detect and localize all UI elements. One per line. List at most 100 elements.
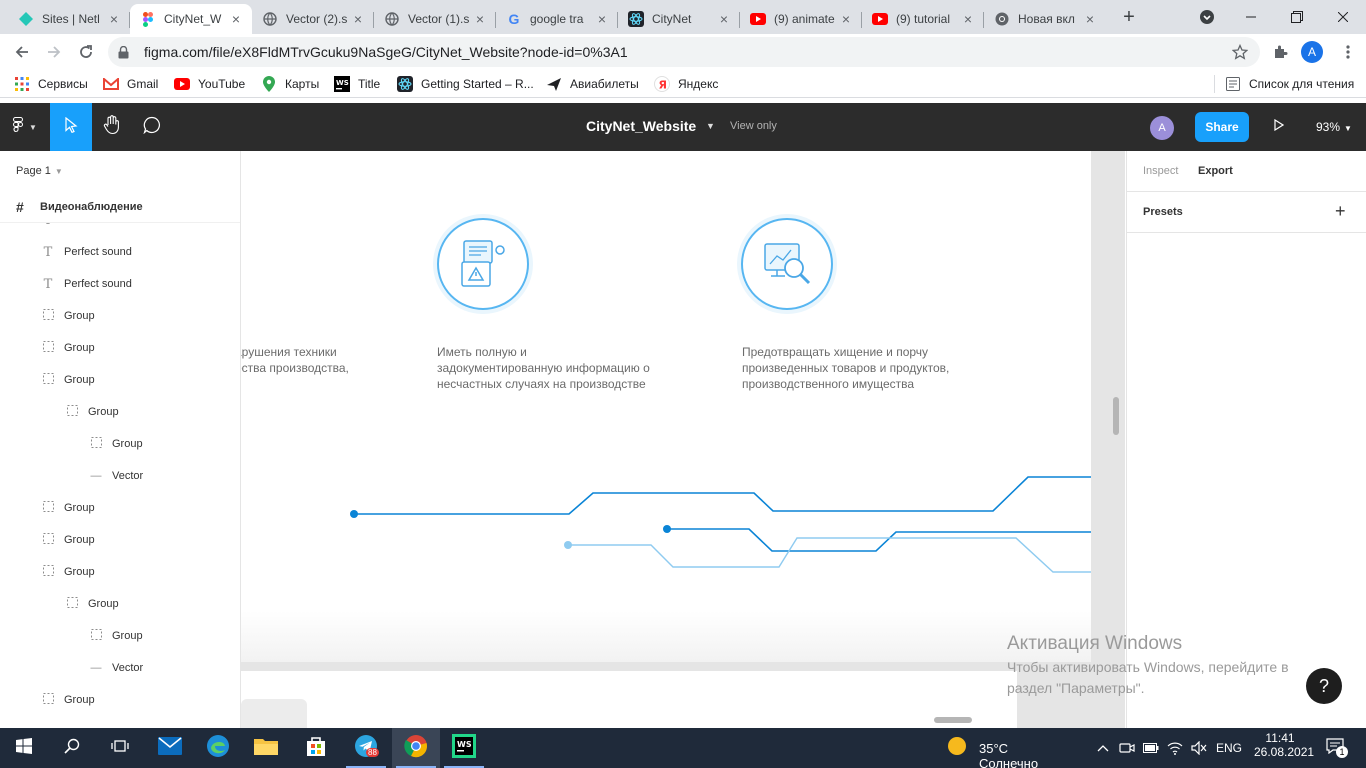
- hand-tool-button[interactable]: [92, 103, 132, 151]
- bookmark-services[interactable]: Сервисы: [14, 75, 88, 93]
- restore-button[interactable]: [1274, 4, 1320, 30]
- reading-list-button[interactable]: Список для чтения: [1214, 75, 1354, 93]
- tab-youtube-animate[interactable]: (9) animate ×: [740, 4, 862, 34]
- close-window-button[interactable]: [1320, 4, 1366, 30]
- bookmark-maps[interactable]: Карты: [261, 75, 319, 93]
- tab-youtube-tutorial[interactable]: (9) tutorial ×: [862, 4, 984, 34]
- meet-now-icon[interactable]: [1117, 728, 1137, 768]
- file-explorer-app[interactable]: [242, 728, 290, 768]
- comment-tool-button[interactable]: [132, 103, 172, 151]
- search-button[interactable]: [48, 728, 96, 768]
- chevron-down-icon[interactable]: ▼: [706, 121, 715, 131]
- layer-row-text[interactable]: T Perfect sound: [40, 236, 132, 268]
- layer-row-group[interactable]: Group: [40, 684, 95, 716]
- tab-search-button[interactable]: [1184, 4, 1230, 30]
- close-icon[interactable]: ×: [228, 11, 244, 27]
- frame-icon: #: [16, 198, 24, 215]
- telegram-app[interactable]: 88: [342, 728, 390, 768]
- reload-button[interactable]: [72, 38, 100, 66]
- forward-button[interactable]: [40, 38, 68, 66]
- layer-row-group[interactable]: Group: [40, 524, 95, 556]
- address-bar[interactable]: figma.com/file/eX8FldMTrvGcuku9NaSgeG/Ci…: [108, 37, 1260, 67]
- layer-row-vector[interactable]: — Vector: [88, 652, 144, 684]
- tab-citynet-react[interactable]: CityNet ×: [618, 4, 740, 34]
- plus-icon[interactable]: +: [1335, 201, 1346, 222]
- layer-row-group[interactable]: Group: [40, 492, 95, 524]
- tab-citynet-figma[interactable]: CityNet_W ×: [130, 4, 252, 34]
- layer-row-group[interactable]: Group: [88, 620, 143, 652]
- layer-row-group[interactable]: Group: [40, 300, 95, 332]
- clock[interactable]: 11:41 26.08.2021: [1254, 731, 1314, 759]
- bookmark-gmail[interactable]: Gmail: [103, 75, 158, 93]
- help-button[interactable]: ?: [1306, 668, 1342, 704]
- figma-main-menu-button[interactable]: ▼: [0, 103, 50, 151]
- page-selector[interactable]: Page 1 ▼: [16, 165, 63, 177]
- volume-muted-icon[interactable]: [1189, 728, 1209, 768]
- tab-google-translate[interactable]: G google tra ×: [496, 4, 618, 34]
- close-icon[interactable]: ×: [960, 11, 976, 27]
- start-button[interactable]: [0, 728, 48, 768]
- url-text: figma.com/file/eX8FldMTrvGcuku9NaSgeG/Ci…: [144, 44, 628, 60]
- close-icon[interactable]: ×: [1082, 11, 1098, 27]
- move-tool-button[interactable]: [50, 103, 92, 151]
- circuit-lines-decoration: [350, 476, 1091, 573]
- present-button[interactable]: [1266, 103, 1292, 151]
- bookmark-getting-started[interactable]: Getting Started – R...: [397, 75, 534, 93]
- wifi-icon[interactable]: [1165, 728, 1185, 768]
- back-button[interactable]: [8, 38, 36, 66]
- webstorm-app[interactable]: WS: [440, 728, 488, 768]
- tab-vector-1[interactable]: Vector (1).s ×: [374, 4, 496, 34]
- tab-vector-2[interactable]: Vector (2).s ×: [252, 4, 374, 34]
- profile-avatar[interactable]: A: [1300, 40, 1324, 64]
- close-icon[interactable]: ×: [838, 11, 854, 27]
- close-icon[interactable]: ×: [594, 11, 610, 27]
- weather-widget[interactable]: 35°C Солнечно: [946, 728, 1070, 768]
- layer-row-group[interactable]: Group: [64, 396, 119, 428]
- layer-row-group[interactable]: Group: [64, 588, 119, 620]
- user-avatar[interactable]: A: [1150, 116, 1174, 140]
- close-icon[interactable]: ×: [716, 11, 732, 27]
- frame-layer[interactable]: # Видеонаблюдение: [0, 191, 240, 223]
- store-app[interactable]: [292, 728, 340, 768]
- design-canvas[interactable]: арушения техники ества производства, Име…: [241, 151, 1125, 728]
- layer-row-group[interactable]: Group: [40, 364, 95, 396]
- layer-row-group[interactable]: Group: [40, 556, 95, 588]
- tab-new-tab[interactable]: Новая вкл ×: [984, 4, 1106, 34]
- extensions-icon[interactable]: [1268, 40, 1292, 64]
- layer-row-group[interactable]: Group: [88, 428, 143, 460]
- tab-export[interactable]: Export: [1198, 165, 1233, 177]
- layer-row-group[interactable]: Group: [40, 332, 95, 364]
- bookmark-yandex[interactable]: Я Яндекс: [654, 75, 718, 93]
- horizontal-scrollbar[interactable]: [934, 717, 972, 723]
- tab-inspect[interactable]: Inspect: [1143, 165, 1178, 177]
- close-icon[interactable]: ×: [350, 11, 366, 27]
- mail-app[interactable]: [146, 728, 194, 768]
- show-hidden-icons-button[interactable]: [1093, 728, 1113, 768]
- layer-row-text[interactable]: T Perfect sound: [40, 268, 132, 300]
- edge-app[interactable]: [194, 728, 242, 768]
- language-indicator[interactable]: ENG: [1216, 741, 1242, 755]
- reading-list-label: Список для чтения: [1249, 77, 1355, 91]
- tab-sites-netlify[interactable]: Sites | Netl ×: [8, 4, 130, 34]
- frame-name: Видеонаблюдение: [40, 200, 143, 213]
- bookmark-star-icon[interactable]: [1228, 40, 1252, 64]
- notifications-button[interactable]: 1: [1320, 728, 1350, 768]
- chrome-icon: [994, 11, 1010, 27]
- bookmark-title[interactable]: WS Title: [334, 75, 380, 93]
- bookmark-aviabilety[interactable]: Авиабилеты: [546, 75, 639, 93]
- chrome-app[interactable]: [392, 728, 440, 768]
- close-icon[interactable]: ×: [106, 11, 122, 27]
- menu-kebab-icon[interactable]: [1336, 40, 1360, 64]
- task-view-button[interactable]: [96, 728, 144, 768]
- new-tab-button[interactable]: +: [1118, 6, 1140, 28]
- vertical-scrollbar[interactable]: [1113, 397, 1119, 435]
- share-button[interactable]: Share: [1195, 112, 1249, 142]
- file-name[interactable]: CityNet_Website: [586, 118, 696, 134]
- minimize-button[interactable]: [1228, 4, 1274, 30]
- battery-icon[interactable]: [1141, 728, 1161, 768]
- zoom-level[interactable]: 93% ▼: [1316, 120, 1352, 134]
- bookmark-label: YouTube: [198, 77, 246, 91]
- layer-row-vector[interactable]: — Vector: [88, 460, 144, 492]
- close-icon[interactable]: ×: [472, 11, 488, 27]
- bookmark-youtube[interactable]: YouTube: [174, 75, 245, 93]
